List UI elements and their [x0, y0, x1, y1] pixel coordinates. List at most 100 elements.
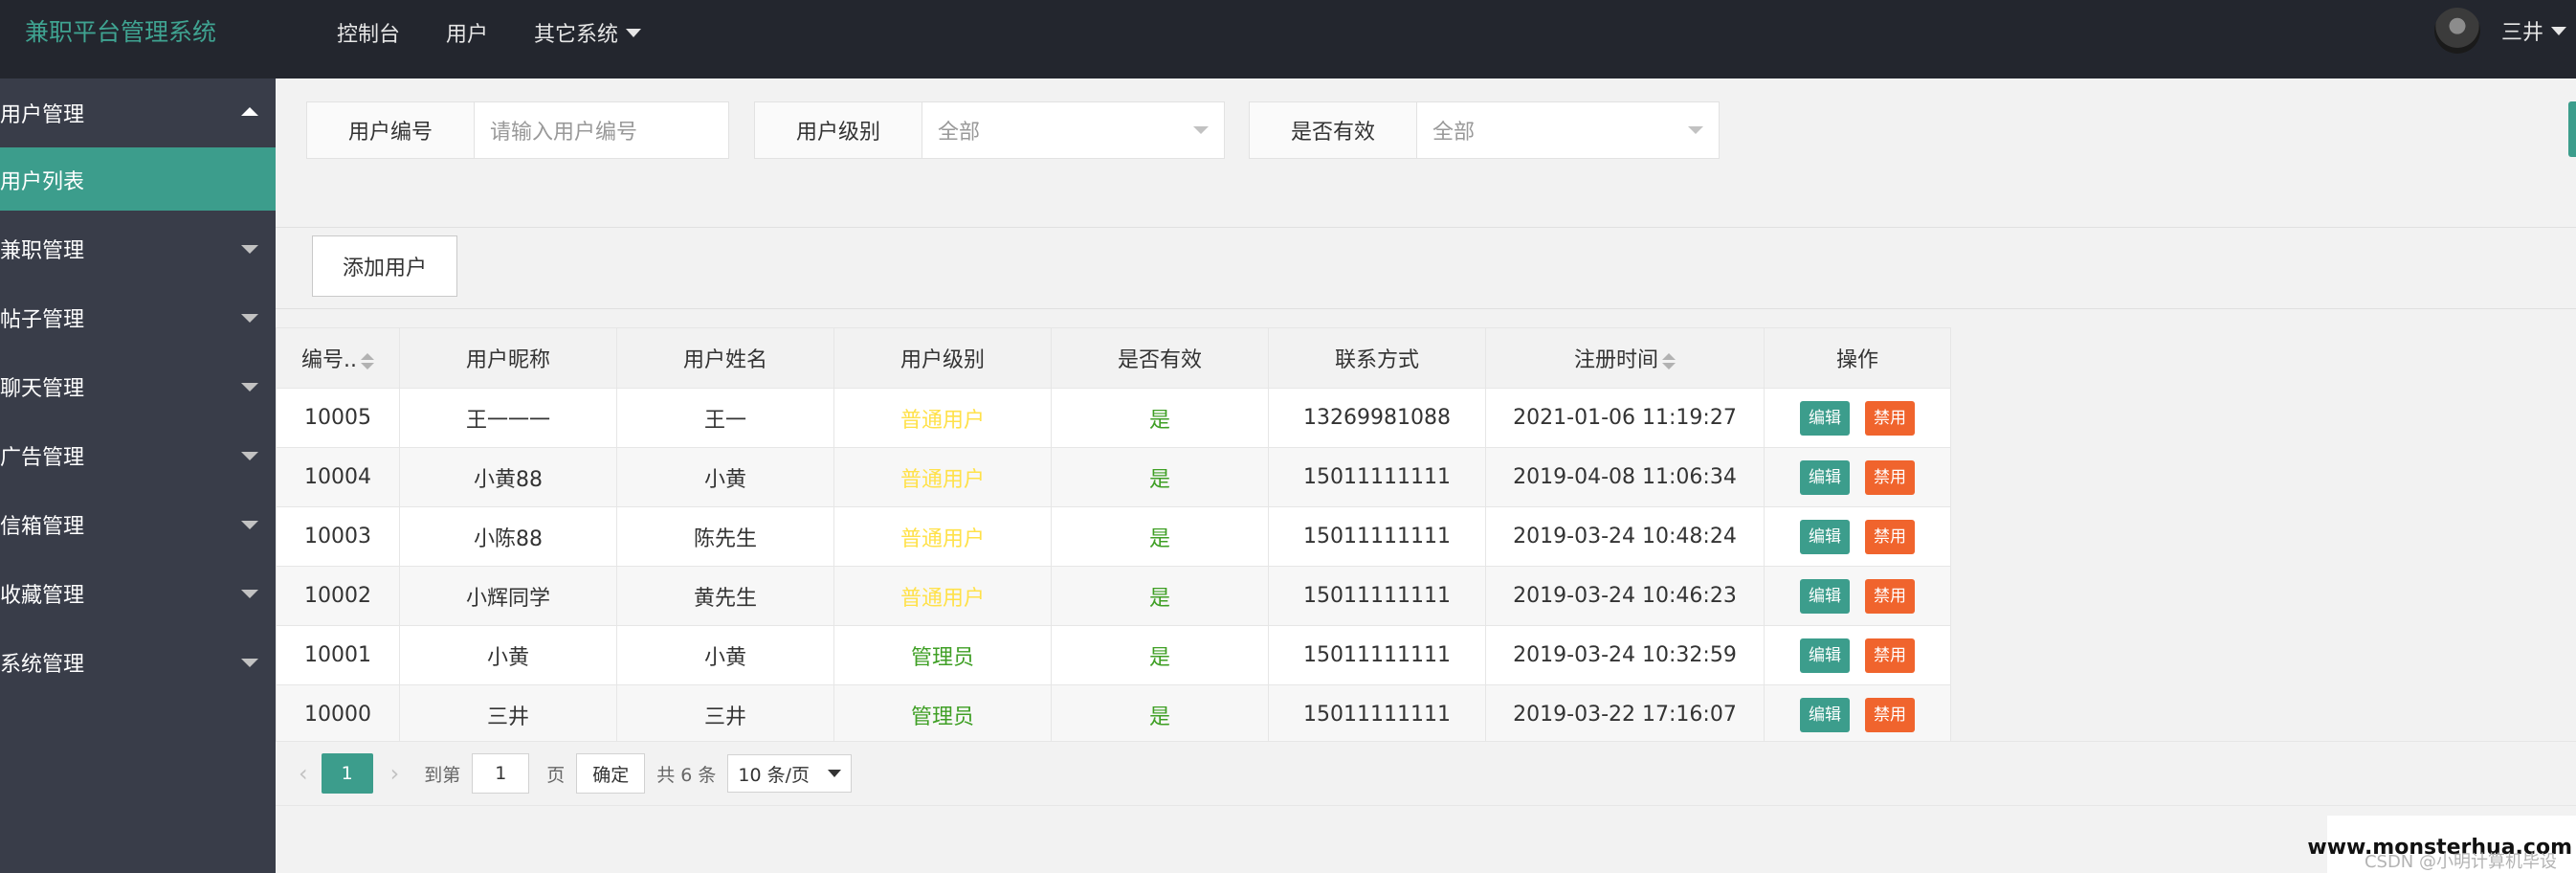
cell-actions: 编辑 禁用	[1764, 684, 1951, 745]
col-level: 用户级别	[833, 327, 1052, 389]
edit-button[interactable]: 编辑	[1800, 400, 1850, 436]
edit-button[interactable]: 编辑	[1800, 519, 1850, 554]
cell-nickname: 小辉同学	[399, 566, 617, 626]
prev-page-button[interactable]: ‹	[299, 760, 308, 787]
sidebar-item-mailbox-management[interactable]: 信箱管理	[0, 490, 276, 559]
cell-id: 10003	[276, 506, 400, 567]
sidebar-item-label: 用户管理	[0, 103, 85, 127]
toolbar: 添加用户	[276, 228, 2576, 309]
table-row: 10004 小黄88 小黄 普通用户 是 15011111111 2019-04…	[276, 447, 1951, 507]
cell-register-time: 2019-03-24 10:32:59	[1485, 625, 1765, 685]
sidebar-item-favorite-management[interactable]: 收藏管理	[0, 559, 276, 628]
sidebar-item-job-management[interactable]: 兼职管理	[0, 214, 276, 283]
chevron-down-icon	[241, 590, 258, 598]
chevron-down-icon	[1688, 126, 1703, 134]
table-row: 10002 小辉同学 黄先生 普通用户 是 15011111111 2019-0…	[276, 566, 1951, 626]
ban-button[interactable]: 禁用	[1865, 519, 1915, 554]
cell-id: 10000	[276, 684, 400, 745]
next-page-button[interactable]: ›	[390, 760, 400, 787]
cell-actions: 编辑 禁用	[1764, 625, 1951, 685]
sort-icon[interactable]	[1662, 352, 1676, 369]
page-1-button[interactable]: 1	[321, 753, 373, 794]
user-menu[interactable]: 三井	[2433, 8, 2576, 54]
cell-phone: 15011111111	[1268, 566, 1486, 626]
cell-name: 王一	[616, 388, 834, 448]
sidebar-item-label: 广告管理	[0, 446, 85, 470]
user-name[interactable]: 三井	[2501, 15, 2576, 46]
cell-name: 三井	[616, 684, 834, 745]
sidebar-item-label: 信箱管理	[0, 515, 85, 539]
top-nav-user-label: 用户	[446, 23, 489, 47]
cell-id: 10002	[276, 566, 400, 626]
level-filter: 用户级别 全部	[754, 101, 1225, 159]
sidebar-item-post-management[interactable]: 帖子管理	[0, 283, 276, 352]
cell-level: 管理员	[833, 625, 1052, 685]
edit-button[interactable]: 编辑	[1800, 578, 1850, 614]
add-user-button[interactable]: 添加用户	[312, 235, 457, 297]
sidebar-item-ad-management[interactable]: 广告管理	[0, 421, 276, 490]
user-id-filter: 用户编号 请输入用户编号	[306, 101, 729, 159]
cell-phone: 15011111111	[1268, 625, 1486, 685]
level-select[interactable]: 全部	[922, 102, 1224, 158]
cell-register-time: 2019-03-22 17:16:07	[1485, 684, 1765, 745]
edit-button[interactable]: 编辑	[1800, 638, 1850, 673]
edit-button[interactable]: 编辑	[1800, 459, 1850, 495]
ban-button[interactable]: 禁用	[1865, 459, 1915, 495]
chevron-down-icon	[241, 383, 258, 392]
ban-button[interactable]: 禁用	[1865, 697, 1915, 732]
cell-actions: 编辑 禁用	[1764, 506, 1951, 567]
cell-actions: 编辑 禁用	[1764, 388, 1951, 448]
cell-name: 小黄	[616, 447, 834, 507]
top-nav: 控制台 用户 其它系统	[337, 17, 687, 48]
top-nav-console-label: 控制台	[337, 23, 401, 47]
cell-register-time: 2019-03-24 10:48:24	[1485, 506, 1765, 567]
cell-id: 10005	[276, 388, 400, 448]
goto-page-input[interactable]: 1	[472, 753, 530, 794]
ban-button[interactable]: 禁用	[1865, 578, 1915, 614]
col-nickname: 用户昵称	[399, 327, 617, 389]
user-name-label: 三井	[2500, 21, 2543, 45]
sidebar-item-user-management[interactable]: 用户管理	[0, 78, 276, 147]
col-register-time[interactable]: 注册时间	[1485, 327, 1765, 389]
ban-button[interactable]: 禁用	[1865, 400, 1915, 436]
goto-confirm-button[interactable]: 确定	[576, 753, 646, 794]
filter-bar: 用户编号 请输入用户编号 用户级别 全部 是否有效 全部	[276, 78, 2576, 228]
sidebar-item-label: 聊天管理	[0, 377, 85, 401]
ban-button[interactable]: 禁用	[1865, 638, 1915, 673]
top-nav-user[interactable]: 用户	[446, 17, 488, 48]
goto-label: 到第	[424, 764, 461, 786]
chevron-up-icon	[241, 107, 258, 116]
table-row: 10000 三井 三井 管理员 是 15011111111 2019-03-22…	[276, 684, 1951, 745]
top-nav-console[interactable]: 控制台	[337, 17, 400, 48]
cell-level: 普通用户	[833, 447, 1052, 507]
valid-filter: 是否有效 全部	[1249, 101, 1720, 159]
sidebar-item-chat-management[interactable]: 聊天管理	[0, 352, 276, 421]
top-nav-other-systems[interactable]: 其它系统	[534, 17, 642, 48]
col-actions: 操作	[1764, 327, 1951, 389]
cell-nickname: 小黄88	[399, 447, 617, 507]
pagination: ‹ 1 › 到第 1 页 确定 共 6 条 10 条/页	[276, 741, 2576, 806]
search-button[interactable]	[2568, 101, 2576, 157]
col-id[interactable]: 编号..	[276, 327, 400, 389]
page-size-select[interactable]: 10 条/页	[727, 754, 853, 793]
brand-title[interactable]: 兼职平台管理系统	[25, 13, 216, 48]
cell-nickname: 小陈88	[399, 506, 617, 567]
cell-nickname: 三井	[399, 684, 617, 745]
chevron-down-icon	[241, 314, 258, 323]
cell-name: 黄先生	[616, 566, 834, 626]
cell-phone: 13269981088	[1268, 388, 1486, 448]
cell-level: 普通用户	[833, 388, 1052, 448]
avatar[interactable]	[2433, 8, 2480, 54]
page-size-value: 10 条/页	[738, 764, 811, 786]
user-id-input[interactable]: 请输入用户编号	[475, 102, 728, 158]
chevron-down-icon	[626, 28, 642, 37]
valid-select[interactable]: 全部	[1417, 102, 1719, 158]
sidebar-item-label: 系统管理	[0, 653, 85, 677]
chevron-down-icon	[828, 770, 842, 777]
col-phone: 联系方式	[1268, 327, 1486, 389]
sidebar-item-system-management[interactable]: 系统管理	[0, 628, 276, 697]
cell-actions: 编辑 禁用	[1764, 447, 1951, 507]
edit-button[interactable]: 编辑	[1800, 697, 1850, 732]
sidebar-item-user-list[interactable]: 用户列表	[0, 147, 283, 211]
sort-icon[interactable]	[361, 352, 374, 369]
